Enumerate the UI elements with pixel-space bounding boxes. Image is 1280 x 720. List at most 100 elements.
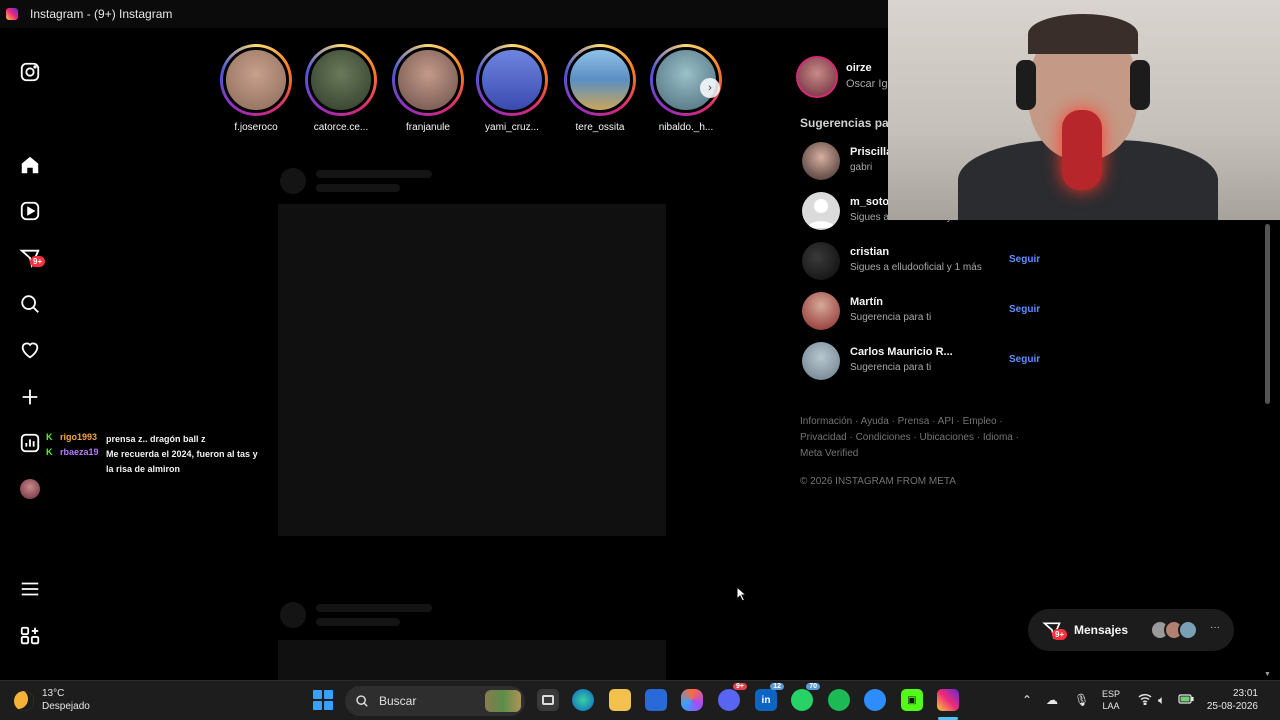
follow-button[interactable]: Seguir: [1009, 354, 1040, 365]
footer-links: Información · Ayuda · Prensa · API · Emp…: [800, 414, 1020, 462]
suggestion-row: cristian Sigues a elludooficial y 1 más …: [802, 242, 1042, 282]
current-user-fullname: Oscar Ig: [846, 78, 888, 90]
story-item[interactable]: franjanule: [388, 44, 468, 133]
copilot-icon[interactable]: [681, 689, 703, 711]
microsoft-store-icon[interactable]: [645, 689, 667, 711]
skeleton-line: [316, 170, 432, 178]
taskbar-search[interactable]: Buscar: [345, 686, 525, 716]
language-line: LAA: [1102, 701, 1120, 711]
story-avatar: [567, 47, 633, 113]
profile-avatar-icon[interactable]: [18, 477, 42, 501]
footer-links-line[interactable]: Información · Ayuda · Prensa · API · Emp…: [800, 414, 1020, 430]
menu-hamburger-icon[interactable]: [18, 577, 42, 601]
current-user-avatar[interactable]: [796, 56, 838, 98]
messages-button[interactable]: 9+ Mensajes ···: [1028, 609, 1234, 651]
skeleton-post-media: [278, 204, 666, 536]
suggestion-name[interactable]: cristian: [850, 246, 889, 258]
story-username: yami_cruz...: [485, 122, 539, 133]
discord-icon[interactable]: 9+: [718, 683, 747, 711]
weather-temperature: 13°C: [42, 688, 65, 699]
suggestion-name[interactable]: Martín: [850, 296, 883, 308]
language-indicator[interactable]: ESP LAA: [1102, 688, 1120, 712]
spotify-icon[interactable]: [828, 689, 850, 711]
story-item[interactable]: tere_ossita: [560, 44, 640, 133]
default-user-avatar-icon[interactable]: [802, 192, 840, 230]
chat-text: Me recuerda el 2024, fueron al tas y la …: [106, 449, 258, 474]
chat-avatar: [1178, 620, 1198, 640]
headphone-icon: [1130, 60, 1150, 110]
more-dots-icon: ···: [1210, 622, 1220, 633]
story-username: franjanule: [406, 122, 450, 133]
story-username: catorce.ce...: [313, 122, 369, 133]
speaker-icon[interactable]: 🔈︎: [1158, 693, 1165, 708]
create-plus-icon[interactable]: [18, 385, 42, 409]
suggestion-name[interactable]: m_soto: [850, 196, 889, 208]
skeleton-line: [316, 184, 400, 192]
copyright: © 2026 INSTAGRAM FROM META: [800, 476, 956, 487]
current-user-username[interactable]: oirze: [846, 62, 872, 74]
linkedin-icon[interactable]: in 12: [755, 683, 784, 711]
story-item[interactable]: f.joseroco: [216, 44, 296, 133]
instagram-logo-icon[interactable]: [18, 60, 42, 84]
file-explorer-icon[interactable]: [609, 689, 631, 711]
page-scrollbar[interactable]: ▼: [1262, 220, 1272, 680]
suggestion-row: Carlos Mauricio R... Sugerencia para ti …: [802, 342, 1042, 382]
notifications-badge: 9+: [30, 256, 46, 267]
windows-start-icon[interactable]: [313, 690, 333, 710]
chat-message: K rbaeza19 Me recuerda el 2024, fueron a…: [46, 447, 266, 477]
more-apps-icon[interactable]: [18, 624, 42, 648]
heart-icon[interactable]: [18, 338, 42, 362]
wifi-icon[interactable]: [1138, 693, 1152, 708]
microphone-icon: [1062, 110, 1102, 190]
chevron-right-icon: ›: [708, 82, 712, 94]
story-avatar: [308, 47, 374, 113]
skeleton-line: [316, 618, 400, 626]
story-item[interactable]: catorce.ce...: [301, 44, 381, 133]
whatsapp-badge: 70: [806, 683, 820, 690]
stories-next-button[interactable]: ›: [700, 78, 720, 98]
story-avatar: [479, 47, 545, 113]
window-title: Instagram - (9+) Instagram: [30, 7, 173, 21]
suggestion-name[interactable]: Carlos Mauricio R...: [850, 346, 953, 358]
onedrive-icon[interactable]: ☁: [1046, 693, 1058, 707]
chevron-up-icon[interactable]: ⌃: [1022, 693, 1032, 707]
dashboard-icon[interactable]: [18, 431, 42, 455]
footer-links-line[interactable]: Meta Verified: [800, 446, 1020, 462]
suggestion-avatar[interactable]: [802, 292, 840, 330]
search-icon[interactable]: [18, 292, 42, 316]
battery-icon[interactable]: [1178, 693, 1194, 707]
microphone-icon[interactable]: 🎙︎: [1074, 693, 1089, 707]
zoom-icon[interactable]: [864, 689, 886, 711]
follow-button[interactable]: Seguir: [1009, 254, 1040, 265]
story-avatar: [395, 47, 461, 113]
suggestion-name[interactable]: Priscilla: [850, 146, 892, 158]
scroll-down-arrow-icon[interactable]: ▼: [1264, 671, 1271, 678]
reels-icon[interactable]: [18, 199, 42, 223]
task-view-icon[interactable]: [537, 689, 559, 711]
messages-badge: 9+: [1052, 629, 1068, 640]
instagram-taskbar-icon[interactable]: [937, 689, 959, 711]
suggestion-avatar[interactable]: [802, 242, 840, 280]
follow-button[interactable]: Seguir: [1009, 304, 1040, 315]
whatsapp-icon[interactable]: 70: [791, 683, 820, 711]
home-icon[interactable]: [18, 153, 42, 177]
footer-links-line[interactable]: Privacidad · Condiciones · Ubicaciones ·…: [800, 430, 1020, 446]
story-item[interactable]: yami_cruz...: [472, 44, 552, 133]
search-icon: [356, 695, 368, 707]
story-username: tere_ossita: [575, 122, 625, 133]
chat-username: rigo1993: [60, 432, 98, 442]
suggestion-avatar[interactable]: [802, 342, 840, 380]
search-highlight-image: [485, 690, 521, 712]
suggestion-avatar[interactable]: [802, 142, 840, 180]
moon-icon: [14, 691, 34, 711]
edge-browser-icon[interactable]: [572, 689, 594, 711]
webcam-overlay: [888, 0, 1280, 220]
skeleton-post-media: [278, 640, 666, 680]
messages-label: Mensajes: [1074, 623, 1129, 637]
taskbar-clock[interactable]: 23:01 25-08-2026: [1196, 687, 1258, 713]
weather-widget[interactable]: 13°C Despejado: [14, 687, 90, 713]
kick-app-icon[interactable]: ▣: [901, 689, 923, 711]
instagram-app-icon: [6, 8, 18, 20]
messenger-icon[interactable]: 9+: [18, 246, 46, 270]
scrollbar-thumb[interactable]: [1265, 224, 1270, 404]
